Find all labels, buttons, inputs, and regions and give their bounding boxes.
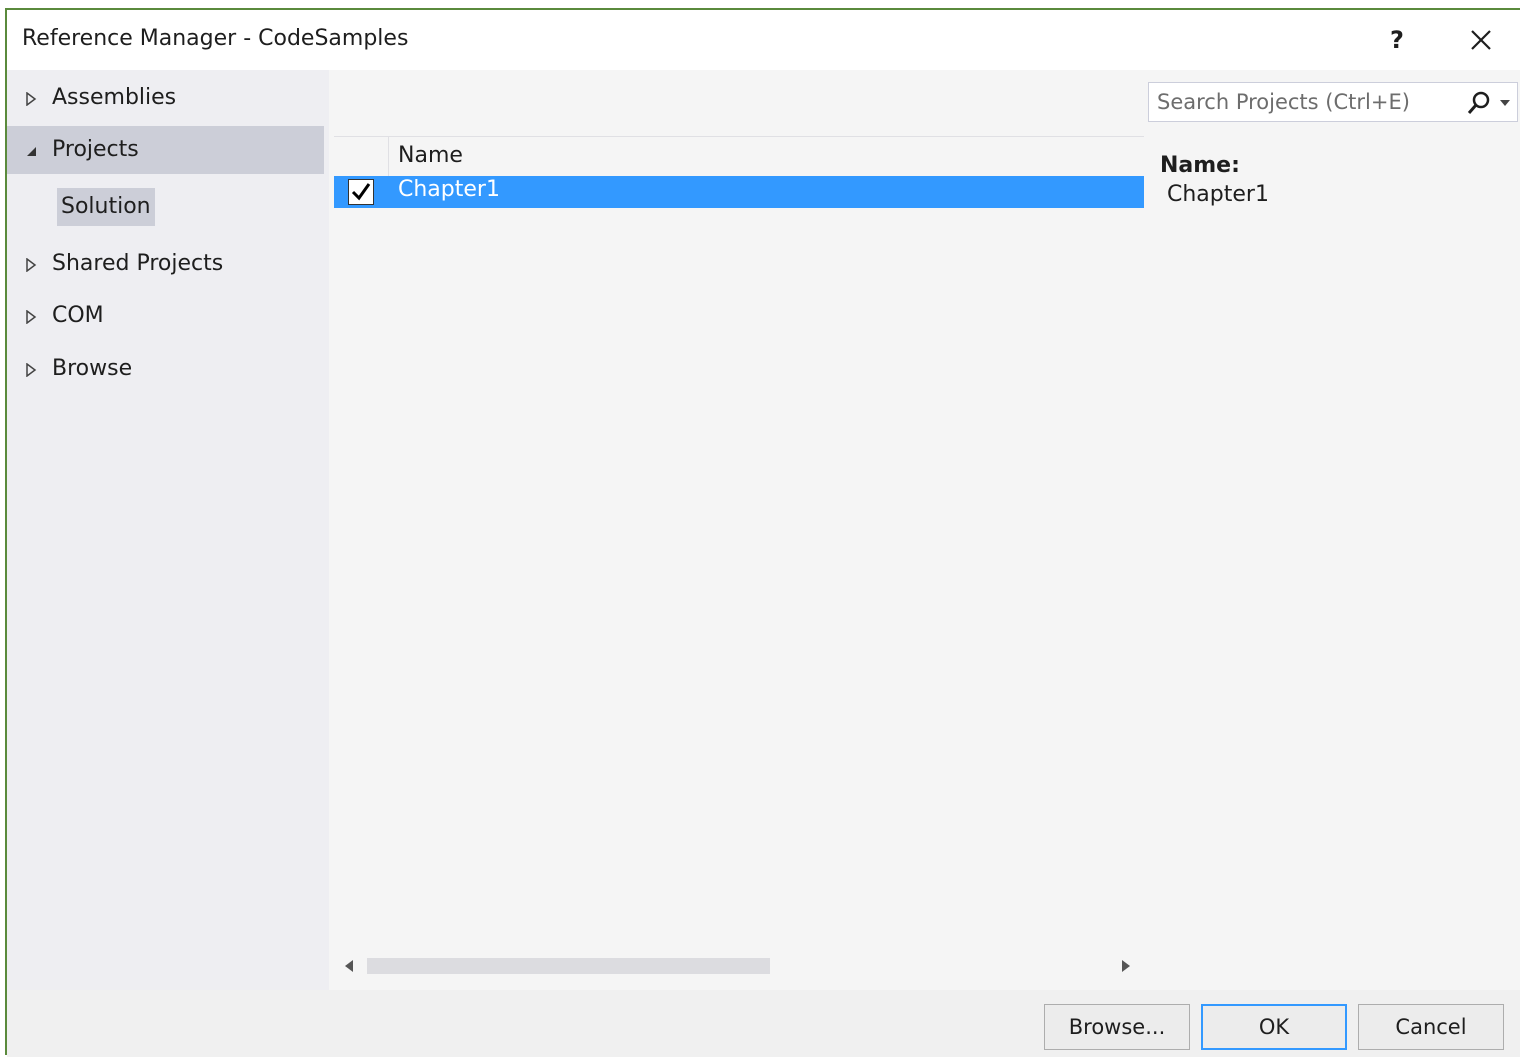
- expand-arrow-icon: [26, 310, 37, 324]
- nav-label: COM: [52, 303, 104, 328]
- nav-item-browse[interactable]: Browse: [7, 345, 324, 393]
- scroll-left-arrow-icon[interactable]: [342, 958, 356, 974]
- close-icon: [1471, 30, 1491, 50]
- nav-item-com[interactable]: COM: [7, 292, 324, 340]
- checkmark-icon: [351, 183, 371, 201]
- nav-label: Shared Projects: [52, 251, 224, 276]
- expand-arrow-icon: [26, 363, 37, 377]
- search-icon[interactable]: [1465, 89, 1493, 117]
- expand-arrow-icon: [26, 92, 37, 106]
- chevron-down-icon[interactable]: [1499, 98, 1511, 108]
- search-input[interactable]: [1157, 85, 1457, 119]
- category-nav: Assemblies Projects Solution Shared Proj…: [7, 70, 329, 990]
- collapse-arrow-icon: [27, 147, 36, 156]
- list-header: Name: [334, 136, 1144, 177]
- nav-item-assemblies[interactable]: Assemblies: [7, 74, 324, 122]
- project-list: Name Chapter1: [334, 136, 1144, 990]
- details-name-value: Chapter1: [1167, 182, 1269, 207]
- title-bar: Reference Manager - CodeSamples ?: [7, 10, 1520, 70]
- row-checkbox[interactable]: [348, 179, 374, 205]
- reference-manager-dialog: Reference Manager - CodeSamples ? Assemb…: [5, 8, 1520, 1057]
- nav-item-shared-projects[interactable]: Shared Projects: [7, 240, 324, 288]
- check-column-header: [334, 137, 389, 177]
- nav-label: Projects: [52, 137, 139, 162]
- expand-arrow-icon: [26, 258, 37, 272]
- scrollbar-thumb[interactable]: [367, 958, 770, 974]
- close-button[interactable]: [1461, 20, 1501, 60]
- nav-item-solution[interactable]: Solution: [57, 188, 155, 226]
- browse-button[interactable]: Browse...: [1044, 1004, 1190, 1050]
- details-name-label: Name:: [1160, 153, 1240, 178]
- cancel-button[interactable]: Cancel: [1358, 1004, 1504, 1050]
- horizontal-scrollbar[interactable]: [334, 954, 1144, 978]
- nav-label: Assemblies: [52, 85, 177, 110]
- column-header-name[interactable]: Name: [398, 143, 463, 168]
- help-button[interactable]: ?: [1379, 20, 1415, 60]
- scroll-right-arrow-icon[interactable]: [1119, 958, 1133, 974]
- nav-item-projects[interactable]: Projects: [7, 126, 324, 174]
- row-name: Chapter1: [398, 177, 500, 202]
- dialog-footer: Browse... OK Cancel: [7, 990, 1520, 1057]
- search-box: [1148, 82, 1518, 122]
- ok-button[interactable]: OK: [1201, 1004, 1347, 1050]
- window-title: Reference Manager - CodeSamples: [22, 26, 409, 51]
- nav-label: Browse: [52, 356, 133, 381]
- table-row[interactable]: Chapter1: [334, 176, 1144, 208]
